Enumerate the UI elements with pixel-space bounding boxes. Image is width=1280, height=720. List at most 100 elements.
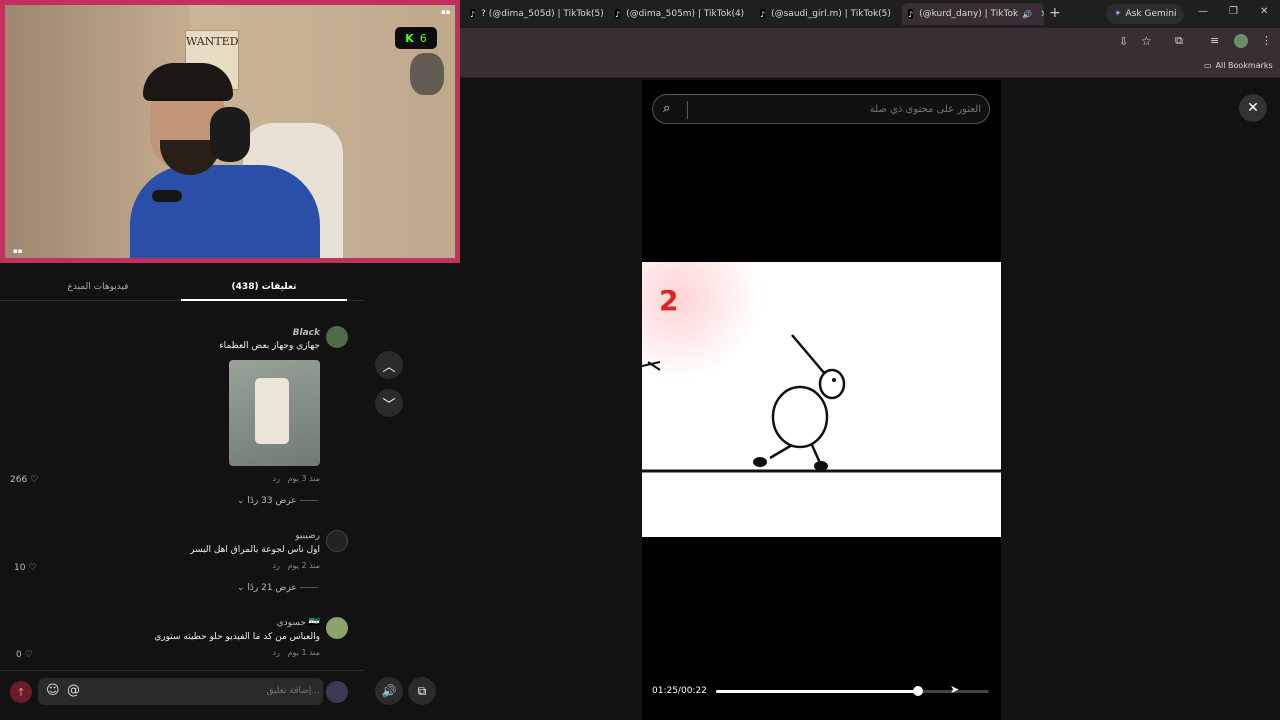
bird-foot-right (814, 461, 828, 471)
kick-badge-value: 6 (419, 31, 427, 45)
close-button[interactable]: ✕ (1239, 94, 1267, 122)
like-count[interactable]: 10 ♡ (14, 563, 36, 573)
like-count[interactable]: 266 ♡ (10, 475, 38, 485)
close-tab-icon[interactable]: ✕ (1040, 9, 1044, 20)
comment-input[interactable] (90, 681, 320, 701)
avatar[interactable] (326, 326, 348, 348)
extensions-icon[interactable]: ⧉ (1175, 34, 1183, 48)
volume-button[interactable]: 🔊 (375, 677, 403, 705)
chevron-down-icon: ⌄ (237, 496, 245, 506)
kick-logo-icon: K (405, 31, 414, 45)
bird-body (771, 385, 829, 449)
previous-video-button[interactable]: ︿ (375, 351, 403, 379)
arrow-up-icon: ↑ (16, 685, 26, 699)
wanted-poster-label: WANTED (186, 35, 239, 48)
active-tab-indicator (181, 299, 347, 301)
bird-head (818, 368, 846, 400)
pip-button[interactable]: ⧉ (408, 677, 436, 705)
video-frame: 2 (642, 262, 1001, 537)
like-count-value: 266 (10, 475, 28, 485)
all-bookmarks-button[interactable]: ▭ All Bookmarks (1204, 61, 1273, 70)
like-count-value: 0 (16, 650, 22, 660)
new-tab-icon[interactable]: + (1049, 5, 1061, 21)
comment-time: منذ 1 يوم (287, 648, 320, 657)
bird-beak (791, 334, 826, 375)
reply-link[interactable]: رد (273, 648, 280, 657)
volume-icon: 🔊 (381, 684, 397, 698)
mention-icon[interactable]: @ (67, 683, 80, 698)
tab-label: (@dima_505m) | TikTok(4) (626, 9, 745, 19)
view-replies[interactable]: ⌄ عرض 21 ردًا (237, 583, 324, 593)
view-replies[interactable]: ⌄ عرض 33 ردًا (237, 496, 324, 506)
my-avatar (326, 681, 348, 703)
tiktok-icon: ♪ (615, 9, 621, 19)
emoji-icon[interactable]: ☺ (46, 683, 60, 698)
browser-toolbar (460, 28, 1280, 56)
browser-tab-2[interactable]: ♪ (@dima_505m) | TikTok(4) ✕ (615, 3, 750, 25)
install-icon[interactable]: ⇩ (1119, 35, 1128, 48)
partial-figure (642, 361, 661, 371)
picture-in-picture-icon: ⧉ (417, 683, 427, 698)
comment-author[interactable]: رضيبيو (200, 531, 320, 541)
browser-tab-active[interactable]: ♪ (@kurd_dany) | TikTok 🔊 ✕ (902, 3, 1044, 25)
person-hair (143, 63, 233, 101)
close-window-icon[interactable]: ✕ (1260, 6, 1268, 17)
related-search-bar[interactable]: ⌕ (652, 94, 990, 124)
restore-icon[interactable]: ❐ (1229, 6, 1238, 17)
menu-icon[interactable]: ⋮ (1261, 34, 1272, 47)
browser-tab-3[interactable]: ♪ (@saudi_girl.m) | TikTok(5) ✕ (760, 3, 895, 25)
bookmark-star-icon[interactable]: ☆ (1141, 34, 1152, 48)
bird-drawing (642, 334, 1001, 473)
tab-comments[interactable]: تعليقات (438) (181, 282, 347, 292)
send-button[interactable]: ↑ (10, 681, 32, 703)
gemini-icon: ✦ (1114, 9, 1122, 19)
tab-label: (@saudi_girl.m) | TikTok(5) (771, 9, 891, 19)
tab-label: (@kurd_dany) | TikTok (919, 9, 1019, 19)
search-icon[interactable]: ⌕ (663, 101, 670, 116)
avatar[interactable] (326, 530, 348, 552)
phone-photo (255, 378, 289, 444)
comment-author[interactable]: Black (200, 328, 320, 338)
media-controls-icon[interactable]: ≡ (1210, 34, 1219, 47)
bird-eye (832, 378, 836, 382)
like-count[interactable]: 0 ♡ (16, 650, 33, 660)
reply-link[interactable]: رد (273, 474, 280, 483)
profile-avatar[interactable] (1234, 34, 1248, 48)
comment-meta: منذ 3 يوم رد (220, 474, 320, 483)
divider (687, 101, 688, 119)
webcam-corner-icon: ▪▪ (441, 8, 451, 16)
search-input[interactable] (693, 99, 981, 119)
heart-icon: ♡ (28, 563, 37, 573)
view-replies-label: عرض 21 ردًا (247, 583, 297, 593)
tab-label: ? (@dima_505d) | TikTok(5) (481, 9, 604, 19)
mouse-cursor-icon: ➤ (950, 683, 960, 696)
divider (299, 500, 318, 501)
comment-author[interactable]: حسودي 🇸🇾 (200, 618, 320, 628)
chevron-down-icon: ⌄ (237, 583, 245, 593)
chevron-up-icon: ︿ (382, 359, 396, 375)
comment-text: جهازي وجهاز بعض العظماء (219, 341, 320, 351)
divider (299, 587, 318, 588)
comment-text: والعباس من كد ما الفيديو حلو حطيته ستوري (154, 632, 320, 642)
comment-image[interactable] (229, 360, 320, 466)
minimize-icon[interactable]: — (1198, 6, 1208, 17)
next-video-button[interactable]: ﹀ (375, 389, 403, 417)
like-count-value: 10 (14, 563, 26, 573)
webcam-corner-icon: ▪▪ (13, 247, 23, 255)
browser-tab-1[interactable]: ♪ ? (@dima_505d) | TikTok(5) ✕ (470, 3, 605, 25)
close-icon: ✕ (1247, 100, 1259, 116)
bird-foot-left (753, 457, 767, 467)
avatar[interactable] (326, 617, 348, 639)
webcam-overlay: WANTED K 6 ▪▪ ▪▪ (0, 0, 460, 263)
comment-time: منذ 2 يوم (287, 561, 320, 570)
progress-fill (716, 690, 919, 693)
progress-handle[interactable] (913, 686, 924, 696)
tiktok-icon: ♪ (908, 9, 914, 19)
progress-track[interactable] (716, 686, 989, 696)
tab-creator-videos[interactable]: فيديوهات المبدع (15, 282, 181, 292)
sticker-skull-icon (410, 53, 444, 95)
reply-link[interactable]: رد (273, 561, 280, 570)
video-time: 01:25/00:22 (652, 686, 707, 696)
ask-gemini-button[interactable]: ✦ Ask Gemini (1106, 4, 1185, 24)
kick-badge: K 6 (395, 27, 437, 49)
